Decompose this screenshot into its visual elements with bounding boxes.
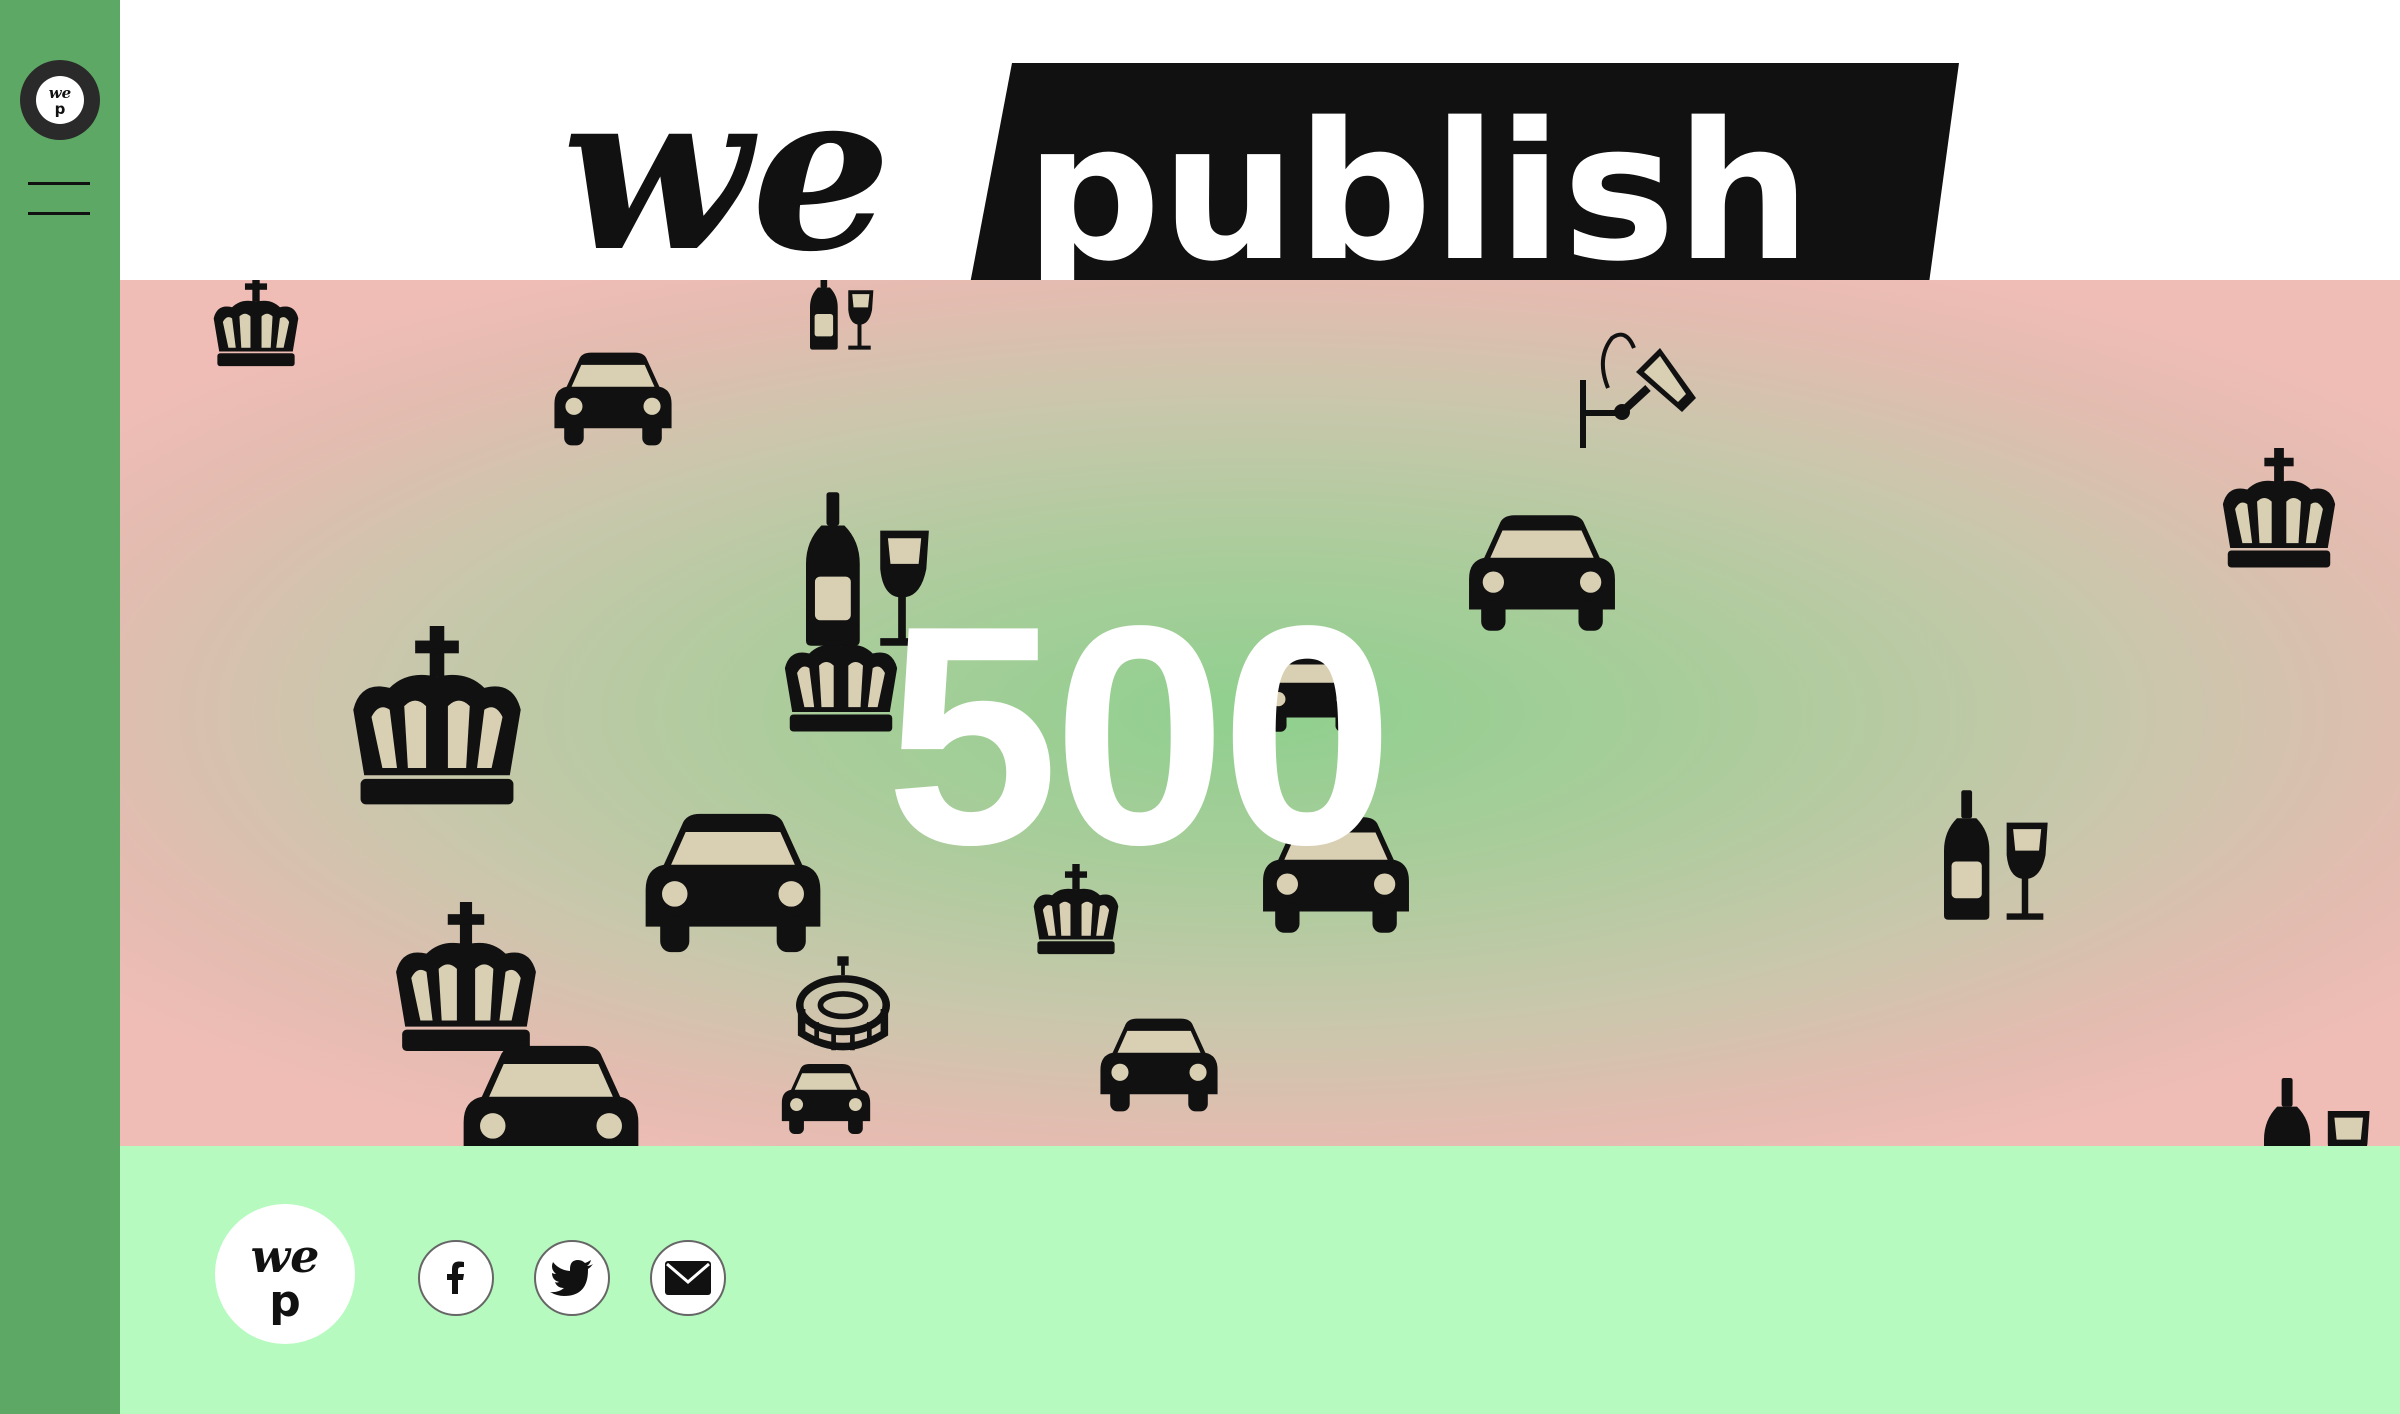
car-icon xyxy=(554,352,672,446)
logo-publish-text: publish xyxy=(1025,82,1811,303)
facebook-icon xyxy=(447,1261,464,1294)
car-icon xyxy=(1469,515,1615,631)
car-icon xyxy=(463,1045,639,1146)
logo-we-text: we xyxy=(562,41,891,300)
header: we publish xyxy=(120,0,2400,305)
svg-text:we: we xyxy=(251,1229,320,1283)
share-twitter-button[interactable] xyxy=(534,1240,610,1316)
email-icon xyxy=(665,1261,711,1295)
error-code: 500 xyxy=(885,562,1394,910)
wepublish-badge-icon: we p xyxy=(251,1229,320,1327)
svg-text:p: p xyxy=(55,100,66,118)
share-facebook-button[interactable] xyxy=(418,1240,494,1316)
footer: we p xyxy=(120,1146,2400,1414)
car-icon xyxy=(1100,1018,1218,1112)
wine-icon xyxy=(810,280,874,350)
wepublish-badge-icon: we p xyxy=(36,76,84,124)
crown-icon xyxy=(396,902,536,1051)
crown-icon xyxy=(2222,448,2336,568)
sidebar-logo[interactable]: we p xyxy=(20,60,100,140)
car-icon xyxy=(781,1064,871,1134)
site-logo[interactable]: we publish xyxy=(120,0,2400,320)
error-hero: 500 xyxy=(120,280,2400,1146)
hamburger-icon[interactable] xyxy=(28,178,92,220)
twitter-icon xyxy=(550,1260,593,1296)
sidebar: we p xyxy=(0,0,120,1414)
share-email-button[interactable] xyxy=(650,1240,726,1316)
crown-icon xyxy=(213,280,299,367)
svg-text:p: p xyxy=(269,1276,301,1327)
wine-icon xyxy=(2264,1078,2370,1146)
wine-icon xyxy=(1944,790,2048,920)
surveillance-camera-icon xyxy=(1580,335,1696,448)
footer-logo[interactable]: we p xyxy=(215,1204,355,1344)
stadium-icon xyxy=(800,956,886,1050)
